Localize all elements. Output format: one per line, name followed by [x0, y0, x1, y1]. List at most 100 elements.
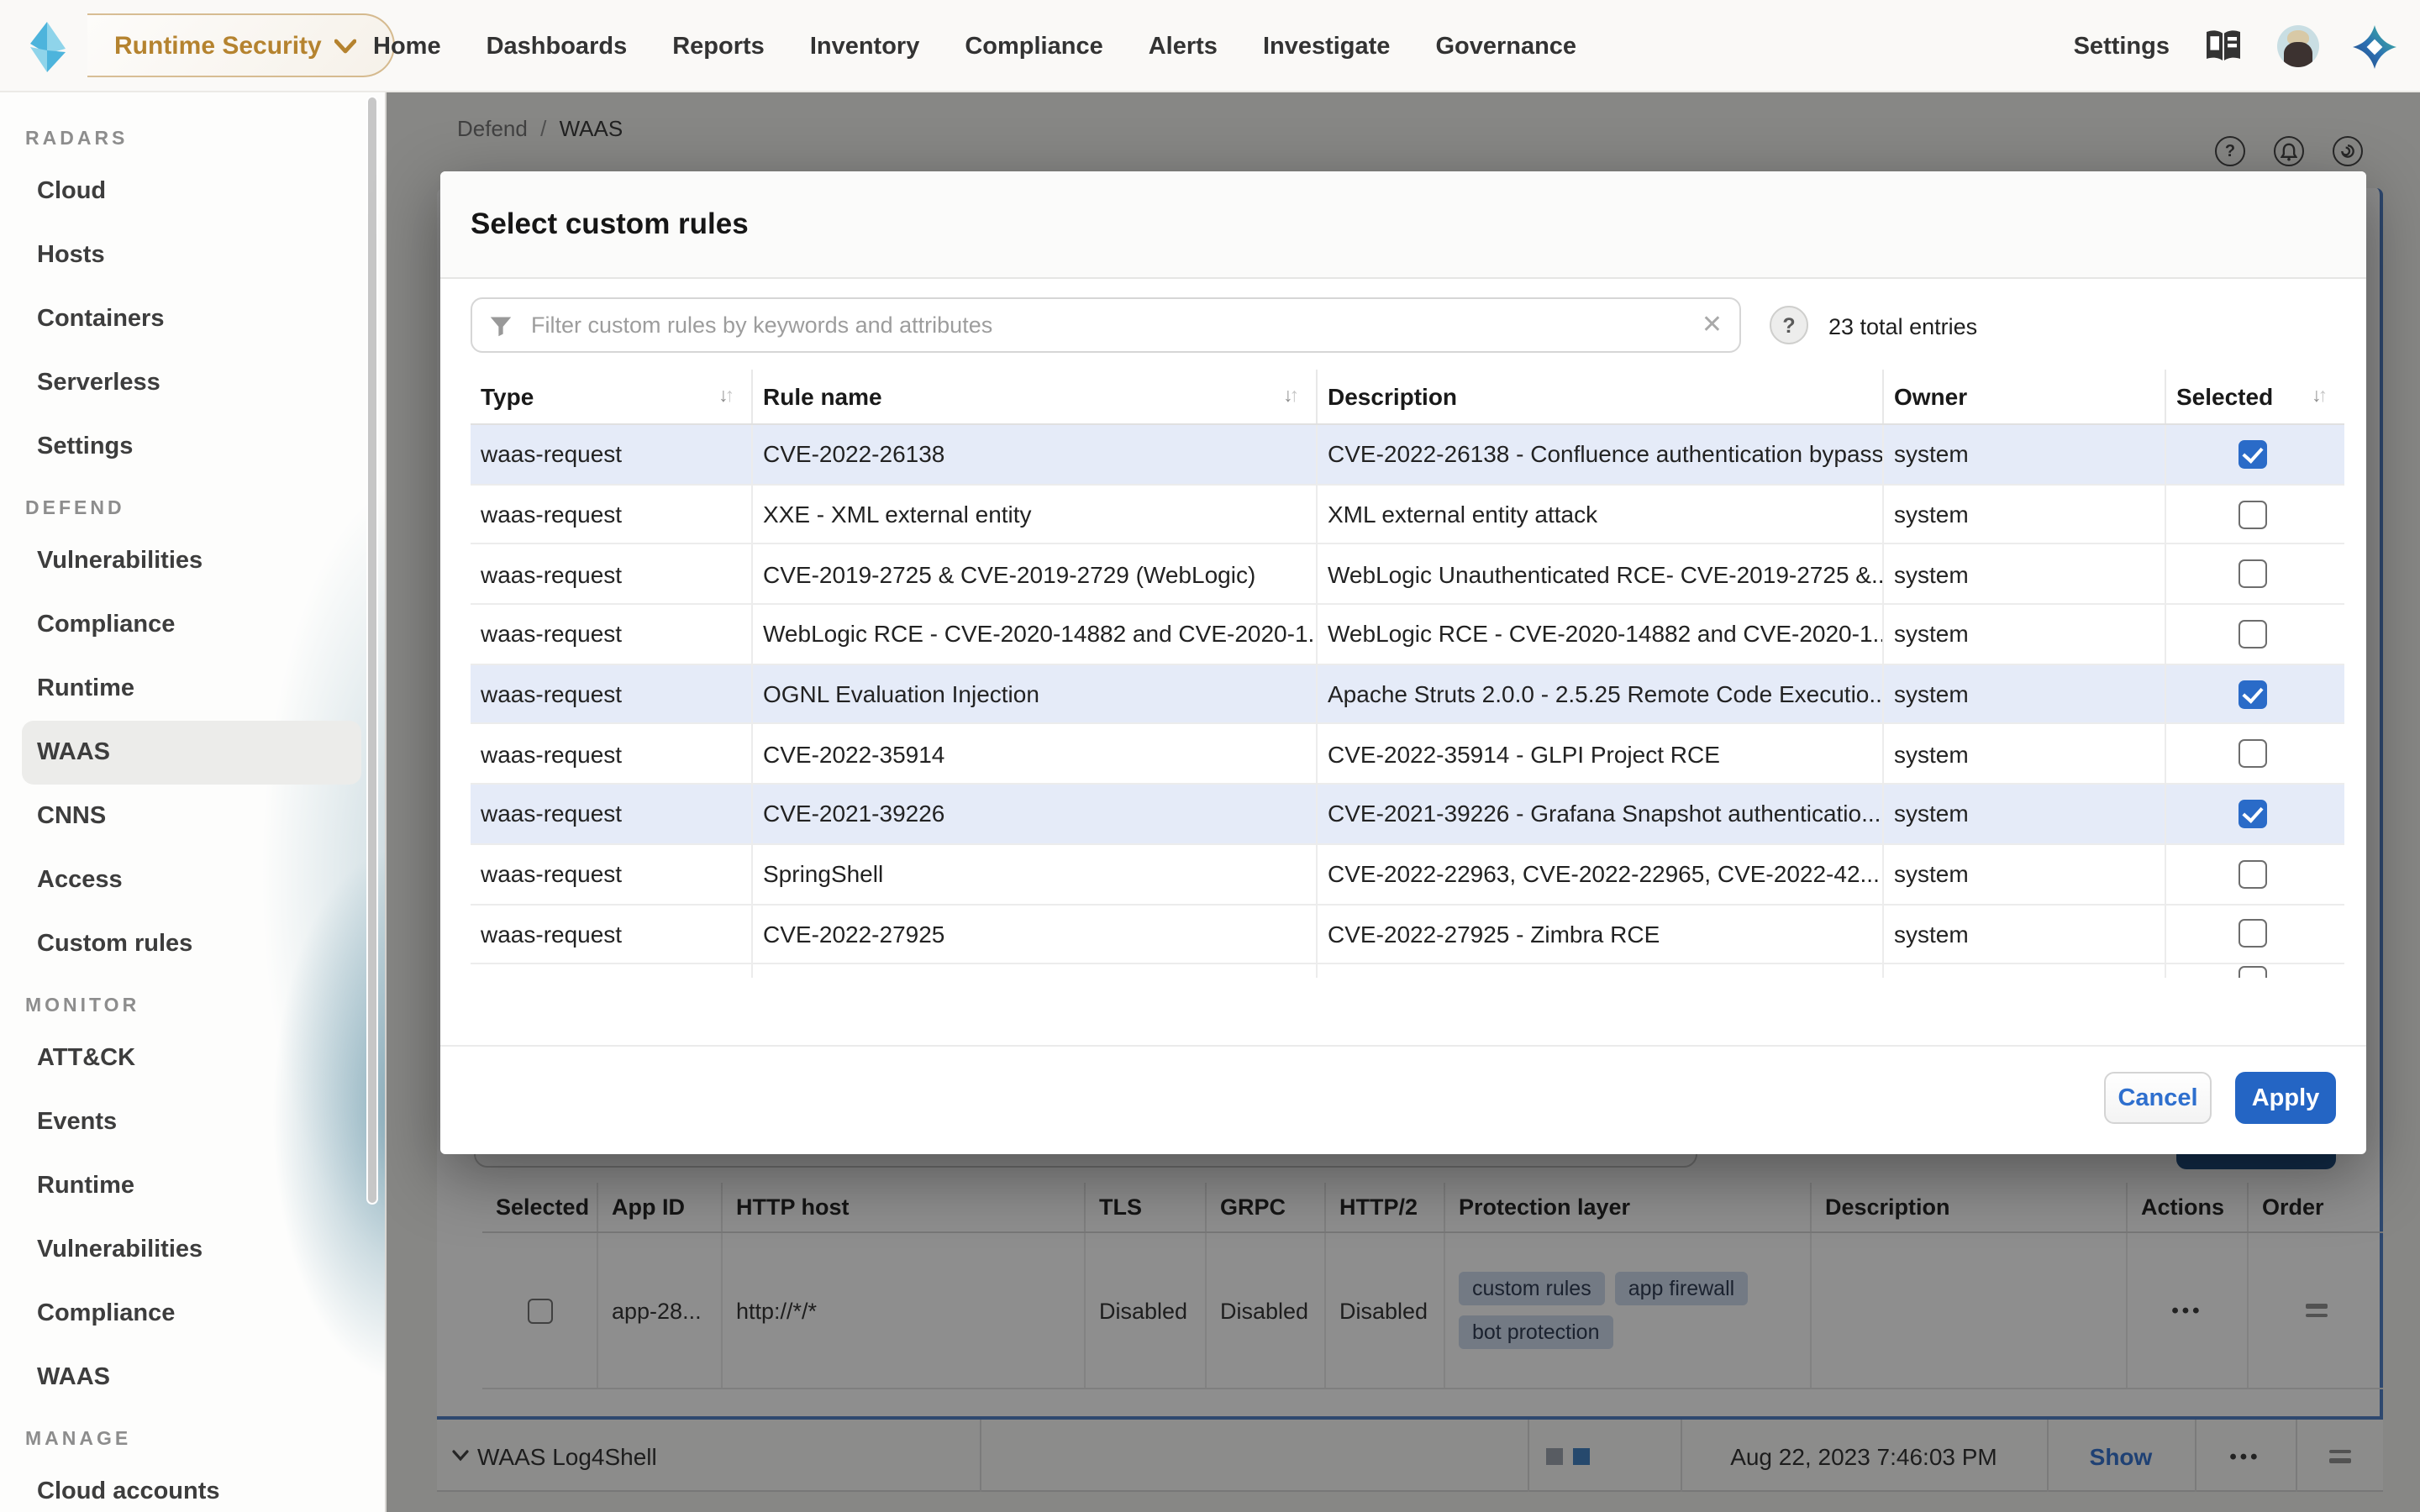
sidebar-item-custom-rules[interactable]: Custom rules [0, 912, 385, 976]
sidebar-item-compliance[interactable]: Compliance [0, 593, 385, 657]
nav-settings[interactable]: Settings [2074, 33, 2170, 60]
apps-col-description[interactable]: Description [1810, 1183, 2126, 1231]
breadcrumb-section[interactable]: Defend [457, 116, 528, 141]
apps-col-tls[interactable]: TLS [1084, 1183, 1205, 1231]
sidebar-item-runtime-monitor[interactable]: Runtime [0, 1154, 385, 1218]
app-window: Runtime Security Home Dashboards Reports… [0, 0, 2420, 1512]
apps-col-app-id[interactable]: App ID [597, 1183, 721, 1231]
sidebar-item-waas[interactable]: WAAS [22, 721, 361, 785]
sidebar-scrollbar[interactable] [366, 96, 378, 1205]
funnel-icon [489, 313, 513, 337]
apps-col-protection-layer[interactable]: Protection layer [1444, 1183, 1810, 1231]
filter-help-icon[interactable]: ? [1770, 306, 1808, 344]
app-actions-menu[interactable]: ••• [2171, 1299, 2202, 1322]
rule-expand-chevron-icon[interactable] [452, 1420, 469, 1492]
clear-filter-icon[interactable]: ✕ [1702, 312, 1723, 338]
notifications-bell-icon[interactable] [2274, 136, 2304, 166]
prisma-cloud-logo-icon[interactable] [2353, 24, 2396, 68]
rule-actions-menu[interactable]: ••• [2229, 1444, 2260, 1467]
nav-governance[interactable]: Governance [1435, 33, 1576, 60]
col-description: Description [1316, 370, 1882, 423]
sidebar-item-containers[interactable]: Containers [0, 287, 385, 351]
sidebar-item-cloud[interactable]: Cloud [0, 160, 385, 223]
breadcrumb-page: WAAS [560, 116, 623, 141]
nav-inventory[interactable]: Inventory [810, 33, 920, 60]
rule-checkbox[interactable] [2238, 800, 2266, 828]
sort-rule-name-icon[interactable]: ↓↑ [1283, 386, 1299, 407]
apps-col-http-host[interactable]: HTTP host [721, 1183, 1084, 1231]
rule-row-cve-2022-35914[interactable]: waas-request CVE-2022-35914 CVE-2022-359… [471, 725, 2344, 785]
col-owner: Owner [1882, 370, 2165, 423]
sort-type-icon[interactable]: ↓↑ [718, 386, 734, 407]
sidebar-item-vulnerabilities-monitor[interactable]: Vulnerabilities [0, 1218, 385, 1282]
breadcrumb: Defend / WAAS [457, 116, 623, 141]
rule-row-ognl[interactable]: waas-request OGNL Evaluation Injection A… [471, 665, 2344, 725]
sidebar-item-hosts[interactable]: Hosts [0, 223, 385, 287]
rule-show-link[interactable]: Show [2090, 1442, 2153, 1469]
rule-row-cve-2021-39226[interactable]: waas-request CVE-2021-39226 CVE-2021-392… [471, 785, 2344, 844]
sidebar-item-access[interactable]: Access [0, 848, 385, 912]
sort-selected-icon[interactable]: ↓↑ [2312, 386, 2328, 407]
nav-alerts[interactable]: Alerts [1149, 33, 1218, 60]
help-icon[interactable]: ? [2215, 136, 2245, 166]
modal-footer-divider [440, 1045, 2366, 1047]
rule-row-weblogic-rce[interactable]: waas-request WebLogic RCE - CVE-2020-148… [471, 605, 2344, 664]
protection-layer-chips: custom rules app firewall bot protection [1459, 1272, 1797, 1349]
rule-checkbox[interactable] [2238, 559, 2266, 588]
sidebar-item-settings[interactable]: Settings [0, 415, 385, 479]
intelligence-swirl-icon[interactable] [2333, 136, 2363, 166]
apps-col-actions[interactable]: Actions [2126, 1183, 2247, 1231]
custom-rules-table-header: Type↓↑ Rule name↓↑ Description Owner Sel… [471, 370, 2344, 425]
rule-checkbox[interactable] [2238, 859, 2266, 888]
rule-drag-handle-icon[interactable] [2328, 1444, 2350, 1467]
rule-checkbox[interactable] [2238, 740, 2266, 769]
sidebar-section-radars: RADARS [0, 109, 385, 160]
sidebar-item-vulnerabilities[interactable]: Vulnerabilities [0, 529, 385, 593]
apps-col-order[interactable]: Order [2247, 1183, 2383, 1231]
cancel-button[interactable]: Cancel [2104, 1072, 2212, 1124]
runtime-security-logo-icon[interactable] [27, 20, 71, 74]
sidebar-item-cloud-accounts[interactable]: Cloud accounts [0, 1460, 385, 1512]
apps-col-selected[interactable]: Selected [482, 1183, 597, 1231]
rule-timestamp: Aug 22, 2023 7:46:03 PM [1681, 1420, 2047, 1492]
rule-status-squares [1546, 1420, 1600, 1492]
product-switcher[interactable]: Runtime Security [87, 13, 396, 77]
user-avatar[interactable] [2277, 25, 2319, 67]
nav-right-cluster: Settings [2074, 0, 2396, 92]
nav-dashboards[interactable]: Dashboards [487, 33, 628, 60]
apps-col-grpc[interactable]: GRPC [1205, 1183, 1324, 1231]
nav-home[interactable]: Home [373, 33, 441, 60]
app-description-cell [1810, 1233, 2126, 1388]
rule-checkbox[interactable] [2238, 500, 2266, 528]
sidebar-item-serverless[interactable]: Serverless [0, 351, 385, 415]
nav-compliance[interactable]: Compliance [965, 33, 1102, 60]
sidebar-item-waas-monitor[interactable]: WAAS [0, 1346, 385, 1410]
sidebar-item-runtime[interactable]: Runtime [0, 657, 385, 721]
app-drag-handle-icon[interactable] [2305, 1299, 2327, 1322]
waas-rule-collapsed-row[interactable]: WAAS Log4Shell Aug 22, 2023 7:46:03 PM S… [437, 1420, 2383, 1492]
sidebar-section-defend: DEFEND [0, 479, 385, 529]
docs-book-icon[interactable] [2203, 29, 2244, 64]
nav-reports[interactable]: Reports [672, 33, 765, 60]
modal-filter-input[interactable] [528, 311, 1686, 339]
rule-checkbox[interactable] [2238, 620, 2266, 648]
app-row-checkbox[interactable] [527, 1298, 552, 1323]
rule-row-springshell[interactable]: waas-request SpringShell CVE-2022-22963,… [471, 845, 2344, 905]
rule-row-cve-2022-26138[interactable]: waas-request CVE-2022-26138 CVE-2022-261… [471, 425, 2344, 485]
rule-row-cve-2022-27925[interactable]: waas-request CVE-2022-27925 CVE-2022-279… [471, 905, 2344, 964]
rule-row-cve-2019-2725[interactable]: waas-request CVE-2019-2725 & CVE-2019-27… [471, 545, 2344, 605]
sidebar-item-attack[interactable]: ATT&CK [0, 1026, 385, 1090]
rule-checkbox[interactable] [2238, 440, 2266, 469]
col-type: Type↓↑ [471, 370, 751, 423]
sidebar-item-cnns[interactable]: CNNS [0, 785, 385, 848]
sidebar-item-events[interactable]: Events [0, 1090, 385, 1154]
rule-checkbox[interactable] [2238, 680, 2266, 708]
apply-button[interactable]: Apply [2235, 1072, 2336, 1124]
sidebar-item-compliance-monitor[interactable]: Compliance [0, 1282, 385, 1346]
total-entries-label: 23 total entries [1828, 314, 1977, 339]
sidebar-section-monitor: MONITOR [0, 976, 385, 1026]
rule-row-xxe[interactable]: waas-request XXE - XML external entity X… [471, 485, 2344, 544]
rule-checkbox[interactable] [2238, 920, 2266, 948]
nav-investigate[interactable]: Investigate [1263, 33, 1391, 60]
apps-col-http2[interactable]: HTTP/2 [1324, 1183, 1444, 1231]
